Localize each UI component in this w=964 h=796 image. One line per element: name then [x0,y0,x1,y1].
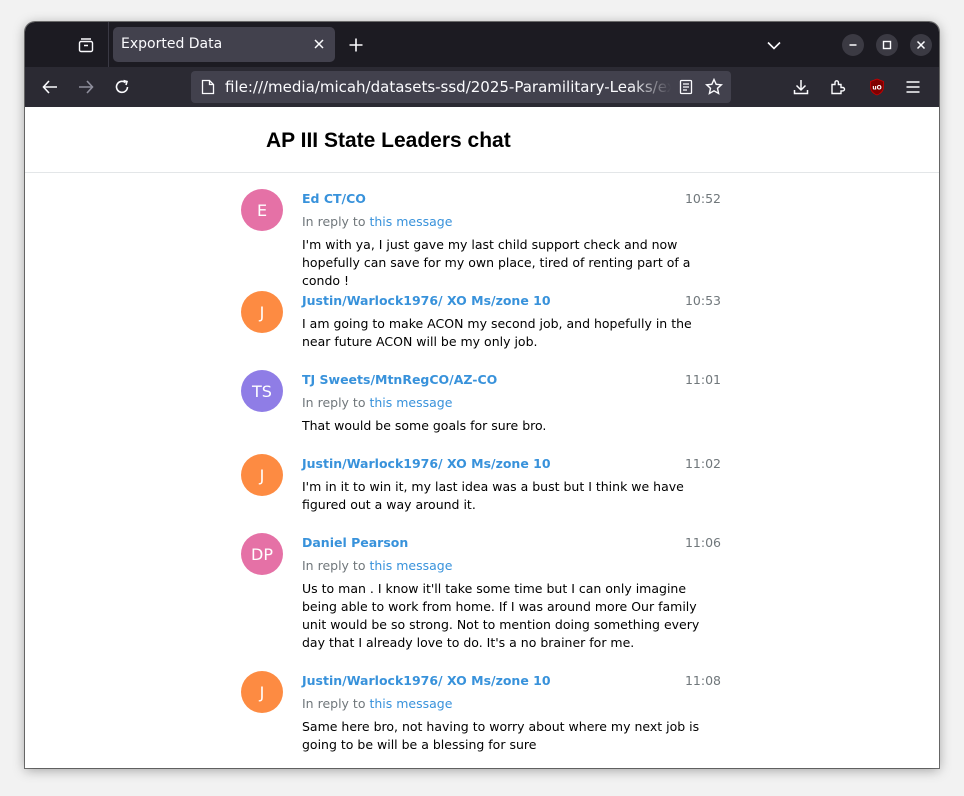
avatar: DP [241,533,283,575]
message-time: 10:52 [684,191,721,206]
nav-toolbar: file:///media/micah/datasets-ssd/2025-Pa… [25,67,939,107]
reply-link[interactable]: this message [369,395,452,410]
avatar: J [241,671,283,713]
download-icon[interactable] [787,73,815,101]
page-icon [201,79,215,95]
avatar: E [241,189,283,231]
tab-exported-data[interactable]: Exported Data [113,27,335,62]
forward-arrow-icon[interactable] [72,73,100,101]
url-text[interactable]: file:///media/micah/datasets-ssd/2025-Pa… [225,78,671,96]
tab-strip: Exported Data [25,22,939,67]
reply-link[interactable]: this message [369,558,452,573]
chevron-down-icon[interactable] [763,34,785,56]
message-text: That would be some goals for sure bro. [302,418,547,433]
url-fade [631,75,671,99]
tab-title: Exported Data [121,36,223,52]
browser-window: Exported Data file:///media/micah/datase… [25,22,939,768]
message-text: I am going to make ACON my second job, a… [302,316,692,349]
message-time: 11:01 [684,372,721,387]
avatar: TS [241,370,283,412]
reader-view-icon[interactable] [679,79,693,95]
maximize-icon[interactable] [876,34,898,56]
page-content: AP III State Leaders chat E Ed CT/CO 10:… [25,107,939,768]
reload-icon[interactable] [108,73,136,101]
reply-prefix: In reply to [302,395,366,410]
message-text: I'm with ya, I just gave my last child s… [302,237,691,288]
reply-prefix: In reply to [302,214,366,229]
svg-text:uO: uO [872,85,881,92]
address-bar[interactable]: file:///media/micah/datasets-ssd/2025-Pa… [191,71,731,103]
message-text: I'm in it to win it, my last idea was a … [302,479,684,512]
message-text: Us to man . I know it'll take some time … [302,581,700,650]
sender-name[interactable]: TJ Sweets/MtnRegCO/AZ-CO [302,372,497,387]
tab-list-icon[interactable] [69,32,103,58]
reply-to: In reply to this message [302,214,452,229]
reply-link[interactable]: this message [369,696,452,711]
avatar: J [241,454,283,496]
avatar: J [241,291,283,333]
menu-hamburger-icon[interactable] [899,73,927,101]
reply-to: In reply to this message [302,696,452,711]
bookmark-star-icon[interactable] [705,78,723,96]
ublock-shield-icon[interactable]: uO [863,73,891,101]
tab-separator [108,22,109,67]
message-text: Same here bro, not having to worry about… [302,719,700,752]
sender-name[interactable]: Daniel Pearson [302,535,408,550]
reply-prefix: In reply to [302,558,366,573]
sender-name[interactable]: Justin/Warlock1976/ XO Ms/zone 10 [302,456,551,471]
sender-name[interactable]: Ed CT/CO [302,191,366,206]
message-time: 10:53 [684,293,721,308]
tab-close-icon[interactable] [309,34,329,54]
extensions-icon[interactable] [824,73,852,101]
close-window-icon[interactable] [910,34,932,56]
message-time: 11:06 [684,535,721,550]
message-time: 11:08 [684,673,721,688]
reply-to: In reply to this message [302,558,452,573]
back-arrow-icon[interactable] [36,73,64,101]
minimize-icon[interactable] [842,34,864,56]
page-title: AP III State Leaders chat [266,129,511,152]
sender-name[interactable]: Justin/Warlock1976/ XO Ms/zone 10 [302,673,551,688]
reply-to: In reply to this message [302,395,452,410]
new-tab-icon[interactable] [343,32,369,58]
sender-name[interactable]: Justin/Warlock1976/ XO Ms/zone 10 [302,293,551,308]
reply-link[interactable]: this message [369,214,452,229]
page-header: AP III State Leaders chat [25,107,939,173]
message-time: 11:02 [684,456,721,471]
reply-prefix: In reply to [302,696,366,711]
